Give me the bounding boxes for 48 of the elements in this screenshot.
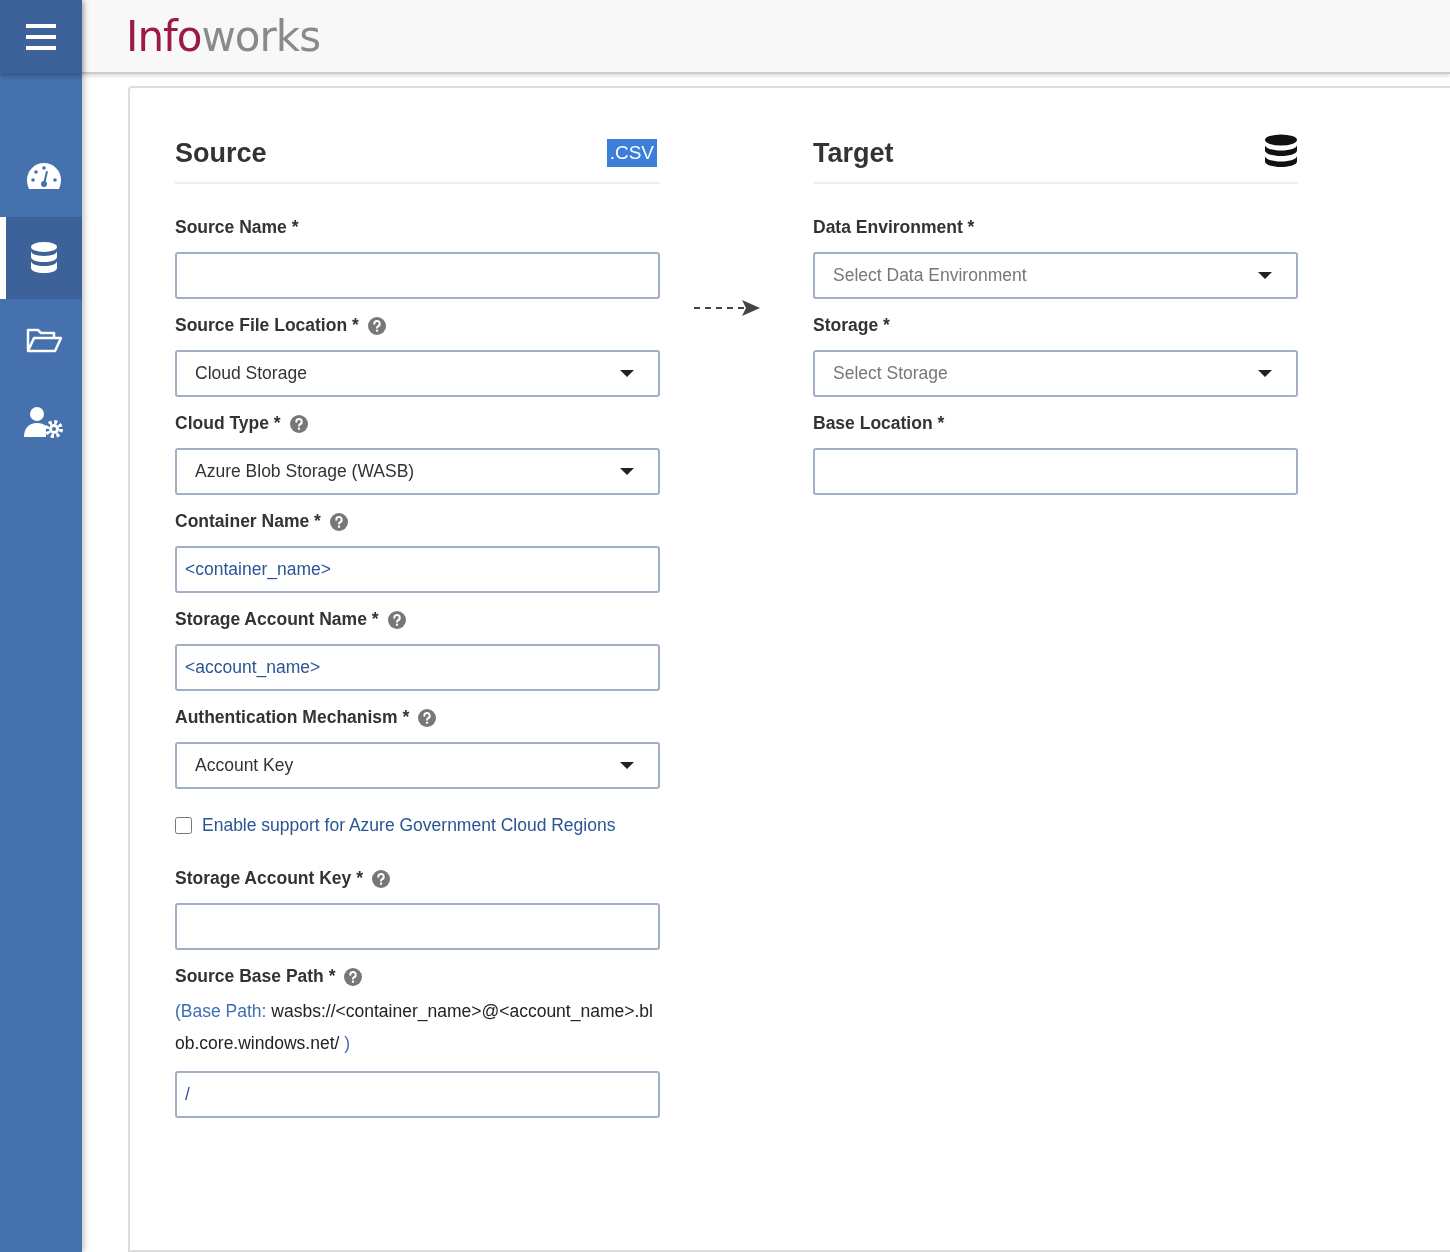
field-label: Source Base Path * [175,966,336,987]
dropdown[interactable]: Select Storage [813,350,1298,397]
field-label: Data Environment * [813,217,975,238]
caret-icon [1258,271,1272,280]
input-field[interactable] [813,448,1298,495]
input-field[interactable] [175,252,660,299]
arrow-icon [693,298,760,318]
input-field[interactable] [175,903,660,950]
base-path-hint: (Base Path: wasbs://<container_name>@<account_name>.blob.core.windows.net/ ) [175,1000,654,1055]
input-field[interactable]: <account_name> [175,644,660,691]
checkbox[interactable] [175,817,192,834]
dropdown[interactable]: Account Key [175,742,660,789]
menu-icon[interactable] [26,23,56,50]
checkbox-label[interactable]: Enable support for Azure Government Cloud Regions [202,815,616,836]
field-label: Source File Location * [175,315,359,336]
folder-icon [26,327,62,353]
help-icon[interactable] [329,512,348,531]
field-label: Storage Account Key * [175,868,363,889]
caret-icon [620,467,634,476]
field-label: Authentication Mechanism * [175,707,410,728]
section-title: Target [813,137,894,169]
logo: Infoworks [126,11,321,61]
database-icon [30,242,58,274]
user-settings-icon [24,406,64,438]
caret-icon [620,761,634,770]
caret-icon [620,369,634,378]
field-label: Storage * [813,315,890,336]
dropdown[interactable]: Select Data Environment [813,252,1298,299]
input-field[interactable]: <container_name> [175,546,660,593]
help-icon[interactable] [387,610,406,629]
field-label: Source Name * [175,217,299,238]
field-label: Container Name * [175,511,321,532]
help-icon[interactable] [418,708,437,727]
dropdown[interactable]: Azure Blob Storage (WASB) [175,448,660,495]
input-field[interactable]: / [175,1071,660,1118]
field-label: Storage Account Name * [175,609,379,630]
file-type-badge: .CSV [606,139,657,167]
help-icon[interactable] [367,316,386,335]
help-icon[interactable] [372,869,390,888]
field-label: Base Location * [813,413,945,434]
dropdown[interactable]: Cloud Storage [175,350,660,397]
gauge-icon [26,162,62,190]
sidebar-item[interactable] [0,217,82,299]
help-icon[interactable] [344,967,363,986]
caret-icon [1258,369,1272,378]
field-label: Cloud Type * [175,413,281,434]
help-icon[interactable] [289,414,308,433]
section-title: Source [175,137,267,169]
